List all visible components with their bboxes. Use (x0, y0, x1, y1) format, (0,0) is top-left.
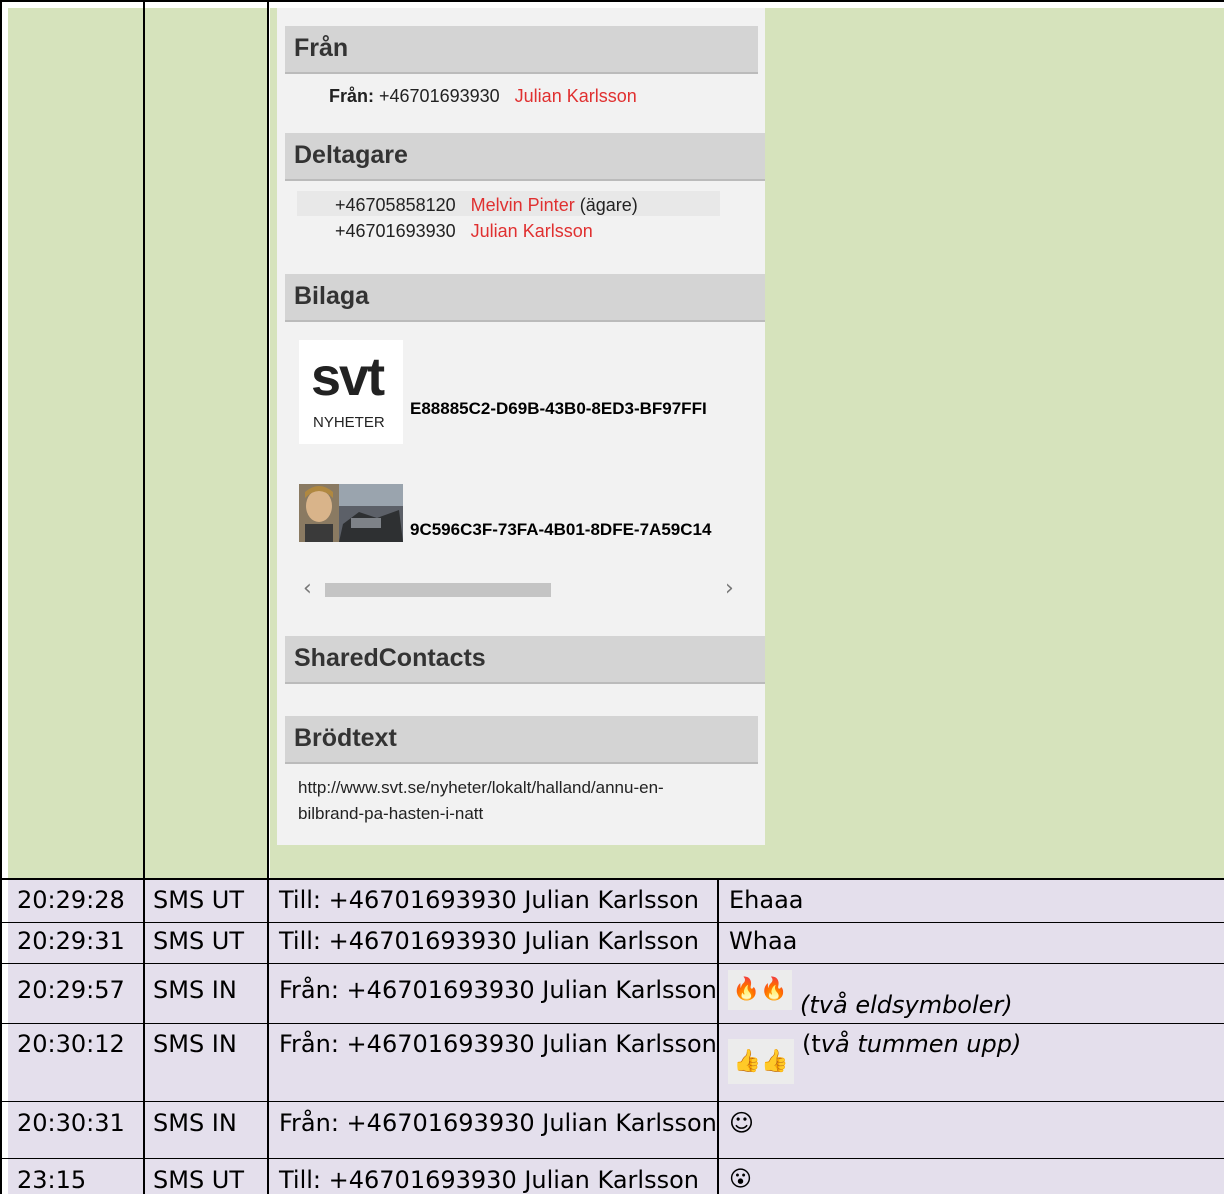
participant-name[interactable]: Melvin Pinter (471, 195, 575, 215)
grid-line (0, 878, 1224, 880)
row-message: Ehaaa (729, 886, 804, 914)
grid-line (0, 1101, 1224, 1102)
scroll-right-arrow[interactable]: › (725, 576, 734, 601)
grid-line (267, 0, 269, 1194)
grid-line (0, 963, 1224, 964)
scrollbar-thumb[interactable] (325, 583, 551, 597)
from-section-title: Från (294, 34, 349, 62)
body-section-title: Brödtext (294, 724, 397, 752)
from-number: +46701693930 (379, 86, 500, 106)
from-label: Från: (329, 86, 374, 106)
row-party: Till: +46701693930 Julian Karlsson (279, 886, 699, 914)
participants-section-header: Deltagare (285, 133, 765, 181)
grid-line (0, 1158, 1224, 1159)
grid-line (143, 0, 145, 1194)
shared-contacts-section-title: SharedContacts (294, 644, 486, 672)
row-party: Till: +46701693930 Julian Karlsson (279, 927, 699, 955)
row-time: 20:30:31 (17, 1109, 125, 1137)
row-time: 20:30:12 (17, 1030, 125, 1058)
participant-number: +46705858120 (335, 195, 456, 215)
grid-line (0, 922, 1224, 923)
grid-line (717, 880, 719, 1194)
row-message: Whaa (729, 927, 798, 955)
body-text-line[interactable]: bilbrand-pa-hasten-i-natt (298, 804, 483, 824)
fire-icon: 🔥🔥 (732, 977, 788, 1002)
row-party: Från: +46701693930 Julian Karlsson (279, 976, 717, 1004)
top-time-cell (8, 8, 143, 878)
row-time: 20:29:28 (17, 886, 125, 914)
attachment-section-header: Bilaga (285, 274, 765, 322)
smile-icon: ☺ (729, 1109, 755, 1137)
grid-line (0, 0, 1224, 2)
svt-logo-text: svt (311, 347, 385, 407)
scroll-left-arrow[interactable]: ‹ (303, 576, 312, 601)
message-detail-panel: Från Från: +46701693930 Julian Karlsson … (277, 8, 765, 845)
surprised-icon: 😮 (729, 1167, 752, 1192)
top-type-cell (145, 8, 267, 878)
participant-note: (ägare) (579, 195, 638, 215)
from-name[interactable]: Julian Karlsson (515, 86, 637, 106)
grid-line (0, 0, 2, 1194)
participant-name[interactable]: Julian Karlsson (471, 221, 593, 241)
fire-emoji-image: 🔥🔥 (728, 970, 792, 1010)
photo-thumbnail-image (299, 484, 403, 542)
row-type: SMS UT (153, 1166, 245, 1194)
row-party: Till: +46701693930 Julian Karlsson (279, 1166, 699, 1194)
thumbs-up-icon: 👍👍 (733, 1049, 789, 1074)
row-party: Från: +46701693930 Julian Karlsson (279, 1109, 717, 1137)
attachment-name[interactable]: E88885C2-D69B-43B0-8ED3-BF97FFI (410, 399, 748, 419)
row-message: (två eldsymboler) (800, 991, 1013, 1019)
row-type: SMS IN (153, 1109, 237, 1137)
participant-row: +46701693930 Julian Karlsson (335, 221, 593, 242)
grid-line (0, 1023, 1224, 1024)
svt-logo-subtitle: NYHETER (313, 414, 385, 431)
participant-row: +46705858120 Melvin Pinter (ägare) (335, 195, 638, 216)
shared-contacts-section-header: SharedContacts (285, 636, 765, 684)
svt-logo-thumbnail[interactable]: svt NYHETER (299, 340, 403, 444)
participants-section-title: Deltagare (294, 141, 408, 169)
participant-number: +46701693930 (335, 221, 456, 241)
row-time: 20:29:31 (17, 927, 125, 955)
row-time: 23:15 (17, 1166, 87, 1194)
row-message: (två tummen upp) (802, 1030, 1022, 1058)
attachment-name[interactable]: 9C596C3F-73FA-4B01-8DFE-7A59C14 (410, 520, 748, 540)
thumbs-up-emoji-image: 👍👍 (728, 1039, 794, 1084)
photo-thumbnail[interactable] (299, 484, 403, 542)
row-time: 20:29:57 (17, 976, 125, 1004)
row-type: SMS IN (153, 976, 237, 1004)
row-party: Från: +46701693930 Julian Karlsson (279, 1030, 717, 1058)
attachment-section-title: Bilaga (294, 282, 370, 310)
body-text-line[interactable]: http://www.svt.se/nyheter/lokalt/halland… (298, 778, 664, 798)
row-type: SMS UT (153, 886, 245, 914)
body-section-header: Brödtext (285, 716, 758, 764)
row-type: SMS IN (153, 1030, 237, 1058)
from-line: Från: +46701693930 Julian Karlsson (329, 86, 637, 107)
row-type: SMS UT (153, 927, 245, 955)
from-section-header: Från (285, 26, 758, 74)
